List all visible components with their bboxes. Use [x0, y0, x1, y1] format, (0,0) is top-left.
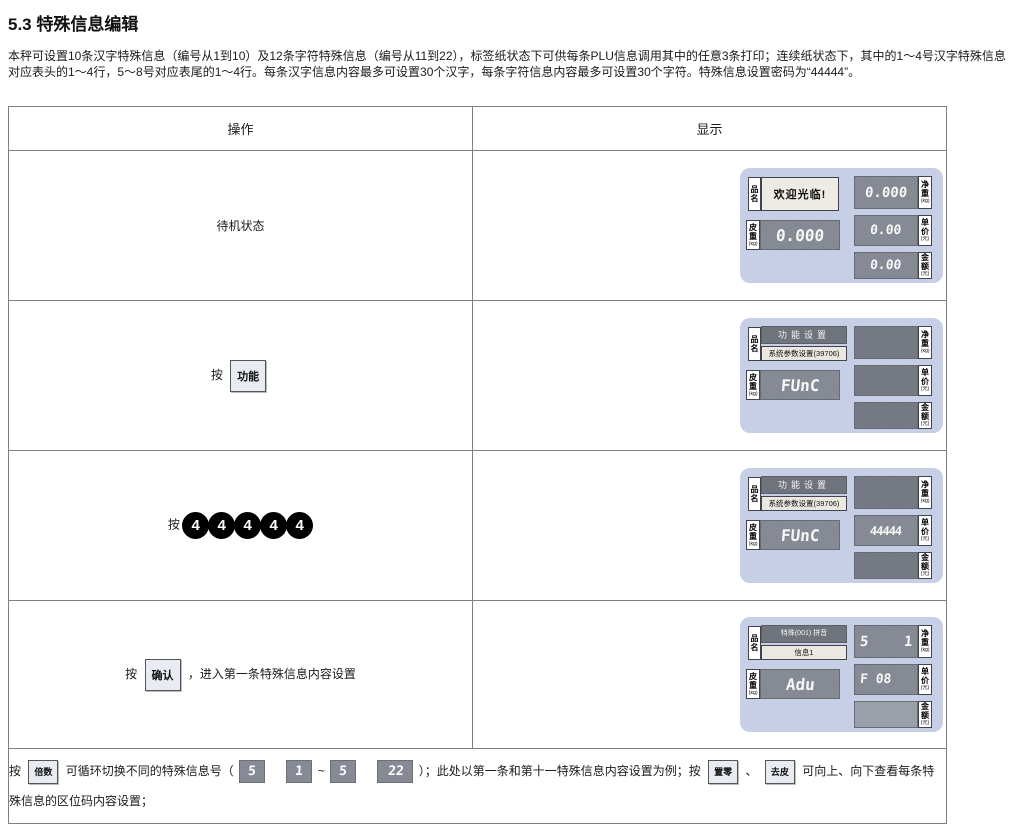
product-name-label: 品名 — [748, 327, 761, 361]
seg-digit-box: 1 — [286, 760, 312, 783]
column-header-display: 显示 — [473, 107, 947, 151]
operation-display-table: 操作 显示 待机状态 品名 欢迎光临! 皮重(kg) 0.000 0.000 净… — [8, 106, 947, 824]
note-text: 、 — [746, 764, 758, 778]
tilde-text: ~ — [318, 764, 325, 778]
multiple-key-button: 倍数 — [28, 760, 58, 784]
display-cell-func: 品名 功能设置 系统参数设置(39706) 皮重(kg) FUnC 净重(kg)… — [473, 301, 947, 451]
function-key-button: 功能 — [230, 360, 266, 392]
message-band-text: 特殊(001) 拼音 — [761, 625, 847, 643]
table-row: 按 确认 ，进入第一条特殊信息内容设置 品名 特殊(001) 拼音 信息1 皮重… — [9, 601, 947, 749]
function-sub-text: 系统参数设置(39706) — [761, 346, 847, 361]
amount-display: 0.00 — [854, 252, 918, 279]
operation-cell-standby: 待机状态 — [9, 151, 473, 301]
note-text: ）；此处以第一条和第十一特殊信息内容设置为例；按 — [419, 764, 701, 778]
message-sub-text: 信息1 — [761, 645, 847, 660]
function-band-text: 功能设置 — [761, 326, 847, 344]
product-name-label: 品名 — [748, 477, 761, 511]
product-name-label: 品名 — [748, 177, 761, 211]
amount-display-off — [854, 402, 918, 429]
display-cell-standby: 品名 欢迎光临! 皮重(kg) 0.000 0.000 净重(kg) 0.00 … — [473, 151, 947, 301]
display-cell-confirm: 品名 特殊(001) 拼音 信息1 皮重(kg) Adu 51 净重(kg) F… — [473, 601, 947, 749]
unit-price-label: 单价(元) — [918, 515, 932, 546]
unit-price-display: F 08 — [854, 664, 918, 695]
digit-4-key: 4 — [234, 512, 261, 539]
table-row: 按 44444 品名 功能设置 系统参数设置(39706) 皮重(kg) FUn… — [9, 451, 947, 601]
tare-key-button: 去皮 — [765, 760, 795, 784]
operation-cell-confirm: 按 确认 ，进入第一条特殊信息内容设置 — [9, 601, 473, 749]
net-weight-label: 净重(kg) — [918, 176, 932, 209]
tare-weight-label: 皮重(kg) — [746, 220, 760, 250]
net-weight-display: 51 — [854, 625, 918, 658]
column-header-operation: 操作 — [9, 107, 473, 151]
tare-weight-label: 皮重(kg) — [746, 520, 760, 550]
confirm-key-button: 确认 — [145, 659, 181, 691]
function-title-display: 功能设置 系统参数设置(39706) — [761, 476, 847, 511]
note-cell: 按 倍数 可循环切换不同的特殊信息号（ 5 1 ~ 5 22 ）；此处以第一条和… — [9, 749, 947, 824]
unit-price-label: 单价(元) — [918, 215, 932, 246]
tare-weight-label: 皮重(kg) — [746, 669, 760, 699]
product-name-display: 欢迎光临! — [761, 177, 839, 211]
standby-state-label: 待机状态 — [216, 219, 264, 233]
net-weight-display: 0.000 — [854, 176, 918, 209]
scale-display-panel-standby: 品名 欢迎光临! 皮重(kg) 0.000 0.000 净重(kg) 0.00 … — [740, 168, 943, 283]
unit-price-display: 0.00 — [854, 215, 918, 246]
scale-display-panel-password: 品名 功能设置 系统参数设置(39706) 皮重(kg) FUnC 净重(kg)… — [740, 468, 943, 583]
amount-display-off — [854, 552, 918, 579]
unit-price-label: 单价(元) — [918, 664, 932, 695]
function-title-display: 功能设置 系统参数设置(39706) — [761, 326, 847, 361]
scale-display-panel-func: 品名 功能设置 系统参数设置(39706) 皮重(kg) FUnC 净重(kg)… — [740, 318, 943, 433]
table-row: 按 功能 品名 功能设置 系统参数设置(39706) 皮重(kg) FUnC 净… — [9, 301, 947, 451]
zero-key-button: 置零 — [708, 760, 738, 784]
seg-digit-box: 5 — [239, 760, 265, 783]
press-label: 按 — [211, 368, 223, 382]
function-sub-text: 系统参数设置(39706) — [761, 496, 847, 511]
net-weight-label: 净重(kg) — [918, 476, 932, 509]
manual-page: 5.3 特殊信息编辑 本秤可设置10条汉字特殊信息（编号从1到10）及12条字符… — [0, 0, 1014, 824]
unit-price-display: 44444 — [854, 515, 918, 546]
note-text: 可循环切换不同的特殊信息号（ — [66, 764, 234, 778]
operation-cell-func: 按 功能 — [9, 301, 473, 451]
net-weight-label: 净重(kg) — [918, 326, 932, 359]
function-band-text: 功能设置 — [761, 476, 847, 494]
table-row: 按 倍数 可循环切换不同的特殊信息号（ 5 1 ~ 5 22 ）；此处以第一条和… — [9, 749, 947, 824]
table-row: 待机状态 品名 欢迎光临! 皮重(kg) 0.000 0.000 净重(kg) … — [9, 151, 947, 301]
net-weight-display-off — [854, 326, 918, 359]
tare-weight-display: Adu — [760, 669, 840, 699]
unit-price-label: 单价(元) — [918, 365, 932, 396]
seg-digit-box: 22 — [377, 760, 413, 783]
section-title: 5.3 特殊信息编辑 — [8, 10, 1014, 35]
amount-label: 金额(元) — [918, 252, 932, 279]
digit-4-key: 4 — [182, 512, 209, 539]
intro-paragraph: 本秤可设置10条汉字特殊信息（编号从1到10）及12条字符特殊信息（编号从11到… — [8, 48, 1006, 80]
press-label: 按 — [168, 518, 180, 532]
seg-digit-box: 5 — [330, 760, 356, 783]
tare-weight-display: 0.000 — [760, 220, 840, 250]
display-cell-44444: 品名 功能设置 系统参数设置(39706) 皮重(kg) FUnC 净重(kg)… — [473, 451, 947, 601]
message-title-display: 特殊(001) 拼音 信息1 — [761, 625, 847, 660]
confirm-instruction: ，进入第一条特殊信息内容设置 — [188, 667, 356, 681]
tare-weight-display: FUnC — [760, 520, 840, 550]
net-weight-display-off — [854, 476, 918, 509]
digit-4-key: 4 — [260, 512, 287, 539]
unit-price-display-off — [854, 365, 918, 396]
scale-display-panel-message: 品名 特殊(001) 拼音 信息1 皮重(kg) Adu 51 净重(kg) F… — [740, 617, 943, 732]
operation-cell-44444: 按 44444 — [9, 451, 473, 601]
table-header-row: 操作 显示 — [9, 107, 947, 151]
amount-display-blank — [854, 701, 918, 728]
tare-weight-display: FUnC — [760, 370, 840, 400]
digit-4-key: 4 — [286, 512, 313, 539]
note-text: 按 — [9, 764, 21, 778]
press-label: 按 — [125, 667, 137, 681]
amount-label: 金额(元) — [918, 552, 932, 579]
product-name-label: 品名 — [748, 626, 761, 660]
amount-label: 金额(元) — [918, 402, 932, 429]
tare-weight-label: 皮重(kg) — [746, 370, 760, 400]
digit-4-key: 4 — [208, 512, 235, 539]
net-weight-label: 净重(kg) — [918, 625, 932, 658]
amount-label: 金额(元) — [918, 701, 932, 728]
